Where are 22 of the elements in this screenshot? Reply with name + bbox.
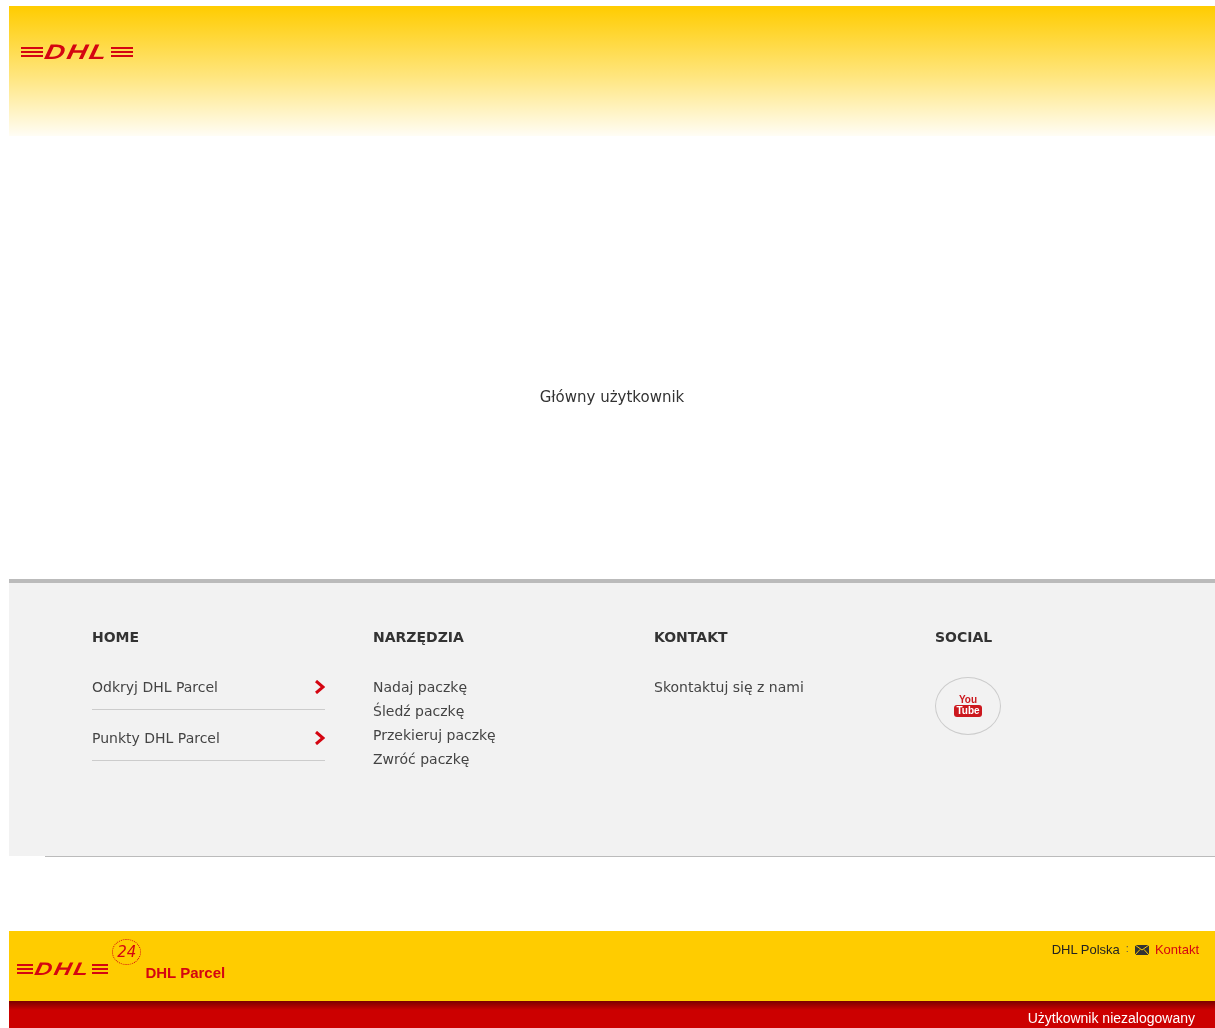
footer-heading: KONTAKT xyxy=(654,628,729,645)
footer-heading: HOME xyxy=(92,628,141,645)
footer-link[interactable]: Zwróć paczkę xyxy=(373,750,654,767)
footer-link[interactable]: Śledź paczkę xyxy=(373,702,654,719)
footer-nav-link[interactable]: Odkryj DHL Parcel xyxy=(92,672,325,710)
footer-nav-link[interactable]: Punkty DHL Parcel xyxy=(92,723,325,761)
footer-heading: SOCIAL xyxy=(935,628,994,645)
footer-link[interactable]: Przekieruj paczkę xyxy=(373,726,654,743)
footer-link[interactable]: Nadaj paczkę xyxy=(373,678,654,695)
user-status: Użytkownik niezalogowany xyxy=(1027,1010,1195,1026)
country-link[interactable]: DHL Polska xyxy=(1051,942,1120,958)
dhl-logo[interactable]: DHL xyxy=(17,957,109,982)
footer-link[interactable]: Skontaktuj się z nami xyxy=(654,678,935,695)
envelope-icon xyxy=(1134,945,1149,956)
page-message: Główny użytkownik xyxy=(539,388,685,407)
chevron-right-icon xyxy=(315,730,325,745)
dhl-logo[interactable]: DHL xyxy=(21,38,133,66)
chevron-right-icon xyxy=(315,679,325,694)
contact-link[interactable]: Kontakt xyxy=(1154,942,1199,958)
brand-name: DHL Parcel xyxy=(145,964,226,982)
footer-heading: NARZĘDZIA xyxy=(373,628,465,645)
separator: : xyxy=(1125,942,1129,955)
